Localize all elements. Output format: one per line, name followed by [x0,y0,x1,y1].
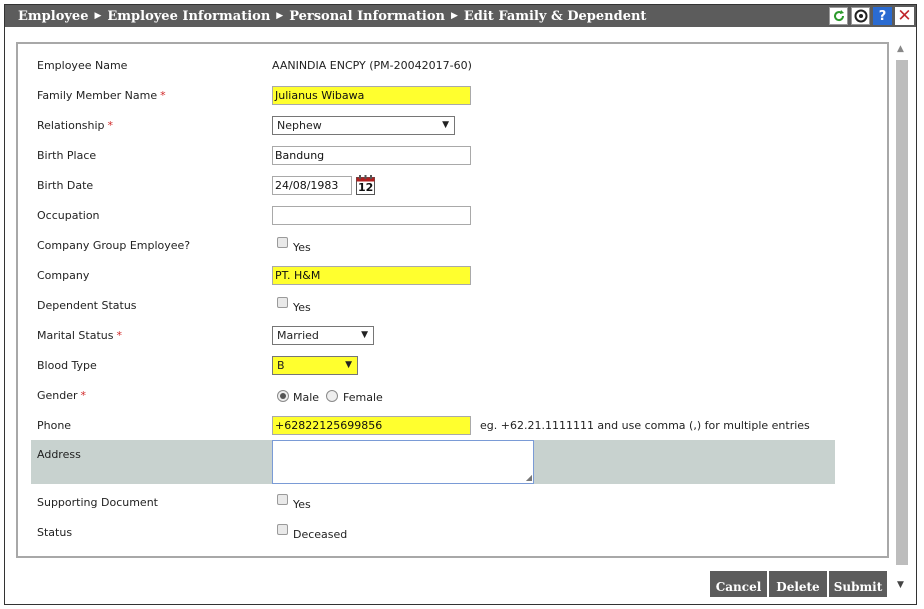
form-panel: Employee Name AANINDIA ENCPY (PM-2004201… [16,42,889,558]
gender-label-text: Gender [37,389,78,402]
vertical-scrollbar[interactable]: ▲ ▼ [893,42,911,600]
company-group-employee-option: Yes [293,241,311,254]
row-blood-type: Blood Type B ▼ [37,351,834,381]
edit-family-window: Employee ▶ Employee Information ▶ Person… [4,4,917,605]
birth-place-input[interactable]: Bandung [272,146,471,165]
breadcrumb-separator-icon: ▶ [276,11,284,21]
calendar-icon[interactable]: 12 [356,174,375,195]
blood-type-label: Blood Type [37,359,97,372]
breadcrumb-edit-family-dependent: Edit Family & Dependent [463,8,647,24]
calendar-day: 12 [358,181,374,194]
dropdown-arrow-icon: ▼ [361,330,368,340]
close-icon[interactable]: ✕ [895,6,914,26]
dropdown-arrow-icon: ▼ [442,120,449,130]
gender-male-radio[interactable] [277,390,289,402]
company-group-employee-label: Company Group Employee? [37,239,191,252]
occupation-input[interactable] [272,206,471,225]
gender-female-radio[interactable] [326,390,338,402]
breadcrumb-personal-information[interactable]: Personal Information [289,9,445,24]
status-deceased-option: Deceased [293,528,348,541]
relationship-select[interactable]: Nephew ▼ [272,116,455,135]
row-company-group-employee: Company Group Employee? Yes [37,231,834,261]
address-textarea[interactable]: ◢ [272,440,534,484]
row-address: Address ◢ [31,440,835,484]
required-marker: * [116,329,122,342]
gender-label: Gender * [37,381,86,411]
relationship-select-value: Nephew [277,119,322,132]
status-label: Status [37,526,73,539]
phone-hint: eg. +62.21.1111111 and use comma (,) for… [480,419,810,432]
title-bar: Employee ▶ Employee Information ▶ Person… [5,5,916,27]
row-birth-date: Birth Date 24/08/1983 12 [37,171,834,201]
required-marker: * [80,389,87,402]
row-gender: Gender * Male Female [37,381,834,411]
marital-status-select-value: Married [277,329,319,342]
supporting-document-checkbox[interactable] [277,494,288,505]
gender-male-label: Male [293,391,320,404]
breadcrumb-employee[interactable]: Employee [18,9,88,24]
company-group-employee-checkbox[interactable] [277,237,288,248]
action-buttons: Cancel Delete Submit [710,571,887,597]
birth-place-label: Birth Place [37,149,97,162]
relationship-label-text: Relationship [37,119,105,132]
family-member-name-label: Family Member Name * [37,81,166,111]
supporting-document-label: Supporting Document [37,496,158,509]
marital-status-label-text: Marital Status [37,329,114,342]
supporting-document-option: Yes [293,498,311,511]
status-deceased-checkbox[interactable] [277,524,288,535]
scroll-down-icon[interactable]: ▼ [897,580,904,590]
submit-button[interactable]: Submit [829,571,887,597]
occupation-label: Occupation [37,209,100,222]
marital-status-select[interactable]: Married ▼ [272,326,374,345]
resize-grip-icon[interactable]: ◢ [526,474,532,482]
phone-input[interactable]: +62822125699856 [272,416,471,435]
gender-female-label: Female [343,391,383,404]
employee-name-value: AANINDIA ENCPY (PM-20042017-60) [272,59,472,72]
row-marital-status: Marital Status * Married ▼ [37,321,834,351]
company-input[interactable]: PT. H&M [272,266,471,285]
scroll-up-icon[interactable]: ▲ [897,44,904,54]
scrollbar-thumb[interactable] [896,60,908,565]
birth-date-input[interactable]: 24/08/1983 [272,176,352,195]
breadcrumb-employee-information[interactable]: Employee Information [107,9,270,24]
dropdown-arrow-icon: ▼ [345,360,352,370]
breadcrumb-separator-icon: ▶ [450,11,458,21]
phone-label: Phone [37,419,72,432]
marital-status-label: Marital Status * [37,321,122,351]
relationship-label: Relationship * [37,111,113,141]
row-relationship: Relationship * Nephew ▼ [37,111,834,141]
address-label: Address [37,448,81,461]
required-marker: * [107,119,114,132]
row-birth-place: Birth Place Bandung [37,141,834,171]
blood-type-select[interactable]: B ▼ [272,356,358,375]
dependent-status-label: Dependent Status [37,299,137,312]
family-member-name-label-text: Family Member Name [37,89,158,102]
family-member-name-input[interactable]: Julianus Wibawa [272,86,471,105]
help-icon[interactable]: ? [873,7,892,25]
required-marker: * [160,89,166,102]
breadcrumb-separator-icon: ▶ [94,11,102,21]
row-family-member-name: Family Member Name * Julianus Wibawa [37,81,834,111]
dependent-status-checkbox[interactable] [277,297,288,308]
row-dependent-status: Dependent Status Yes [37,291,834,321]
refresh-icon[interactable] [829,7,848,25]
row-status: Status Deceased [37,518,834,548]
row-occupation: Occupation [37,201,834,231]
birth-date-label: Birth Date [37,179,94,192]
employee-name-label: Employee Name [37,59,128,72]
toolbar-icons: ? ✕ [829,6,914,26]
company-label: Company [37,269,90,282]
dependent-status-option: Yes [293,301,311,314]
blood-type-select-value: B [277,359,285,372]
delete-button[interactable]: Delete [769,571,827,597]
row-phone: Phone +62822125699856 eg. +62.21.1111111… [37,411,834,441]
row-employee-name: Employee Name AANINDIA ENCPY (PM-2004201… [37,51,834,81]
row-supporting-document: Supporting Document Yes [37,488,834,518]
gear-icon[interactable] [851,7,870,25]
cancel-button[interactable]: Cancel [710,571,767,597]
row-company: Company PT. H&M [37,261,834,291]
